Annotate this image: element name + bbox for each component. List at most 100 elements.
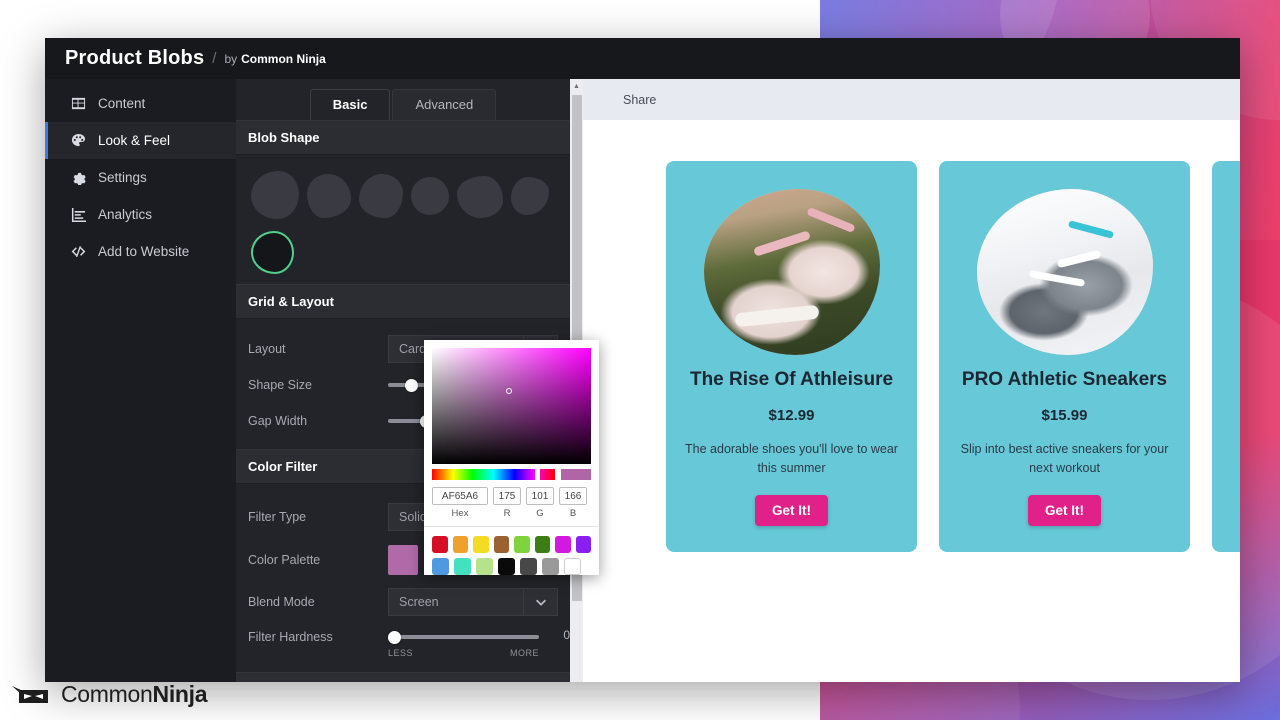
section-heading-grid-layout: Grid & Layout bbox=[236, 284, 570, 319]
blob-option-selected[interactable] bbox=[251, 231, 294, 274]
blob-option-4[interactable] bbox=[411, 177, 449, 215]
g-caption: G bbox=[536, 508, 544, 519]
g-field-group: G bbox=[526, 487, 554, 519]
saturation-value-field[interactable] bbox=[432, 348, 591, 464]
preset-swatches bbox=[424, 526, 599, 588]
sidebar-item-content[interactable]: Content bbox=[45, 85, 236, 122]
blob-option-3[interactable] bbox=[359, 174, 403, 218]
current-color-preview bbox=[561, 469, 591, 480]
hex-caption: Hex bbox=[451, 508, 469, 519]
gray-sneakers-photo bbox=[976, 189, 1153, 355]
grid-icon bbox=[70, 96, 86, 112]
scroll-up-arrow-icon[interactable]: ▲ bbox=[570, 79, 583, 93]
preset-swatch[interactable] bbox=[514, 536, 530, 553]
chevron-down-icon bbox=[523, 589, 557, 615]
product-image-blob bbox=[703, 189, 880, 355]
color-picker-popup[interactable]: Hex R G B bbox=[424, 340, 599, 575]
r-caption: R bbox=[503, 508, 511, 519]
preset-swatch[interactable] bbox=[476, 558, 493, 575]
tab-basic[interactable]: Basic bbox=[309, 89, 391, 120]
sidebar-item-label: Add to Website bbox=[98, 244, 190, 259]
blob-option-1[interactable] bbox=[251, 171, 299, 219]
sidebar-item-look-and-feel[interactable]: Look & Feel bbox=[45, 122, 236, 159]
preset-swatch[interactable] bbox=[542, 558, 559, 575]
slider-thumb[interactable] bbox=[388, 630, 401, 644]
hue-slider[interactable] bbox=[432, 468, 555, 481]
bar-chart-icon bbox=[70, 207, 86, 223]
preset-swatch[interactable] bbox=[473, 536, 489, 553]
preset-swatch[interactable] bbox=[534, 536, 550, 553]
app-window: Product Blobs / by Common Ninja Content … bbox=[45, 38, 1240, 682]
preset-swatch[interactable] bbox=[575, 536, 591, 553]
saturation-cursor[interactable] bbox=[506, 388, 512, 394]
product-cta-button[interactable]: Get It! bbox=[1028, 495, 1101, 527]
product-cta-button[interactable]: Get It! bbox=[755, 495, 828, 527]
sidebar-item-analytics[interactable]: Analytics bbox=[45, 196, 236, 233]
preset-swatch[interactable] bbox=[454, 558, 471, 575]
preset-swatch[interactable] bbox=[555, 536, 571, 553]
hue-row bbox=[432, 468, 591, 481]
product-title: PRO Athletic Sneakers bbox=[961, 369, 1168, 390]
filter-hardness-label: Filter Hardness bbox=[248, 630, 333, 644]
filter-hardness-max-label: MORE bbox=[510, 648, 539, 658]
product-card: PRO Athletic Sneakers $15.99 Slip into b… bbox=[939, 161, 1190, 553]
blend-mode-label: Blend Mode bbox=[248, 595, 315, 609]
title-separator: / bbox=[212, 50, 217, 67]
logo-text: CommonNinja bbox=[61, 681, 208, 708]
product-card-partial bbox=[1212, 161, 1240, 553]
preset-swatch[interactable] bbox=[493, 536, 509, 553]
preset-swatch-row-1 bbox=[432, 536, 591, 553]
hue-slider-thumb[interactable] bbox=[535, 468, 540, 481]
red-input[interactable] bbox=[493, 487, 521, 505]
filter-hardness-slider[interactable] bbox=[388, 630, 539, 644]
panel-tabs: Basic Advanced bbox=[236, 79, 570, 120]
preset-swatch[interactable] bbox=[564, 558, 581, 575]
filter-hardness-value: 0 bbox=[563, 628, 570, 642]
product-card: The Rise Of Athleisure $12.99 The adorab… bbox=[666, 161, 917, 553]
green-input[interactable] bbox=[526, 487, 554, 505]
byline-prefix: by bbox=[224, 51, 238, 66]
logo-text-bold: Ninja bbox=[152, 681, 208, 707]
product-card-list: The Rise Of Athleisure $12.99 The adorab… bbox=[583, 120, 1240, 553]
sidebar-item-settings[interactable]: Settings bbox=[45, 159, 236, 196]
preset-swatch[interactable] bbox=[498, 558, 515, 575]
preset-swatch[interactable] bbox=[452, 536, 468, 553]
gap-width-label: Gap Width bbox=[248, 414, 308, 428]
code-icon bbox=[70, 244, 86, 260]
r-field-group: R bbox=[493, 487, 521, 519]
section-heading-blob-shape: Blob Shape bbox=[236, 120, 570, 155]
section-heading-animate-shape: Animate Shape bbox=[236, 672, 570, 682]
preset-swatch[interactable] bbox=[432, 536, 448, 553]
blue-input[interactable] bbox=[559, 487, 587, 505]
preset-swatch[interactable] bbox=[520, 558, 537, 575]
filter-hardness-row: Filter Hardness LESS MORE 0 bbox=[248, 622, 570, 662]
pink-sneakers-photo bbox=[703, 189, 880, 355]
sidebar-item-add-to-website[interactable]: Add to Website bbox=[45, 233, 236, 270]
product-description: The adorable shoes you'll love to wear t… bbox=[685, 441, 898, 475]
preview-area: Share The Rise Of Athleisure $12.99 The … bbox=[583, 79, 1240, 682]
hex-input[interactable] bbox=[432, 487, 488, 505]
product-price: $15.99 bbox=[1041, 406, 1088, 424]
sidebar-item-label: Analytics bbox=[98, 207, 153, 222]
b-field-group: B bbox=[559, 487, 587, 519]
b-caption: B bbox=[569, 508, 577, 519]
slider-track bbox=[388, 635, 539, 639]
preview-toolbar: Share bbox=[583, 79, 1240, 120]
share-button[interactable]: Share bbox=[623, 93, 656, 107]
tab-advanced[interactable]: Advanced bbox=[392, 89, 497, 120]
slider-thumb[interactable] bbox=[405, 378, 418, 392]
preset-swatch[interactable] bbox=[432, 558, 449, 575]
ninja-mask-icon bbox=[10, 683, 52, 707]
color-palette-swatch[interactable] bbox=[388, 545, 418, 575]
blob-option-6[interactable] bbox=[511, 177, 549, 215]
blob-shape-body bbox=[236, 155, 570, 284]
hex-field-group: Hex bbox=[432, 487, 488, 519]
blend-mode-select[interactable]: Screen bbox=[388, 588, 558, 616]
sidebar-item-label: Look & Feel bbox=[98, 133, 171, 148]
product-title: The Rise Of Athleisure bbox=[689, 369, 894, 390]
blob-option-5[interactable] bbox=[457, 176, 503, 218]
commonninja-logo: CommonNinja bbox=[10, 681, 208, 708]
filter-hardness-min-label: LESS bbox=[388, 648, 414, 658]
blob-option-2[interactable] bbox=[307, 174, 351, 218]
product-description: Slip into best active sneakers for your … bbox=[960, 441, 1169, 475]
